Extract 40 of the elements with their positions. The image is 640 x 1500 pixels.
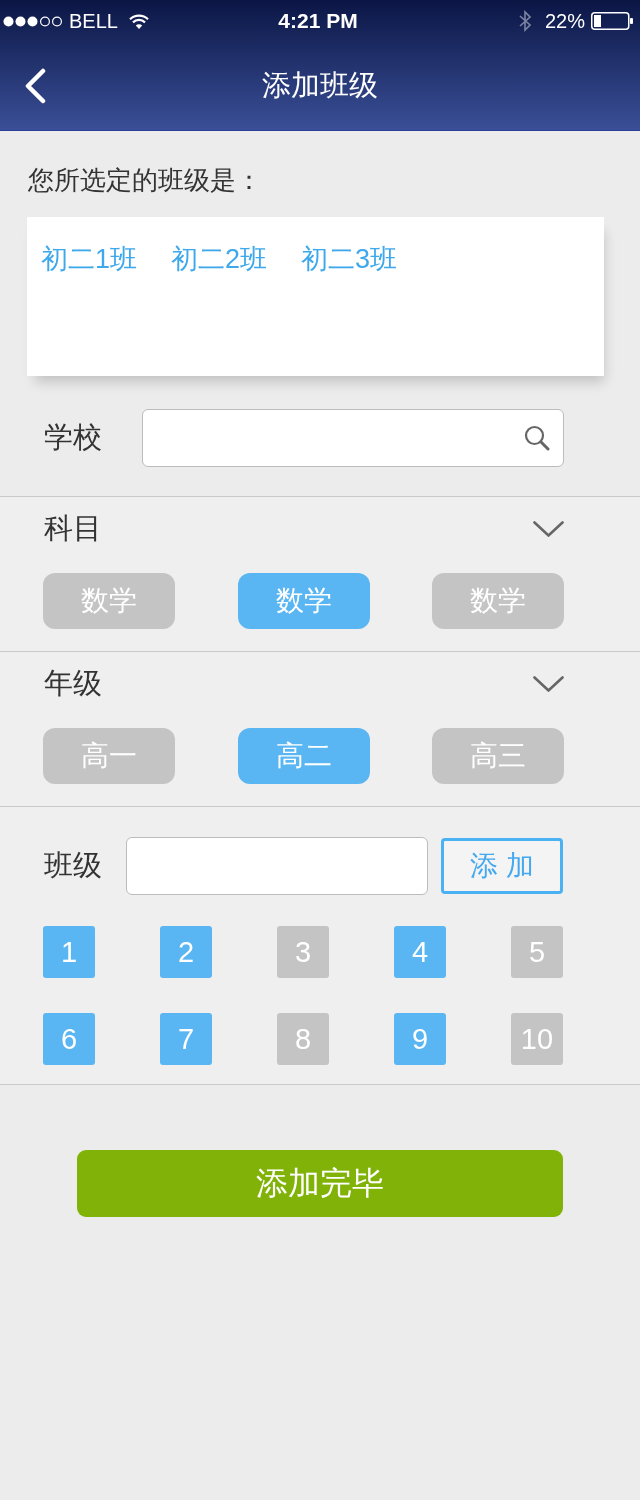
class-number-button[interactable]: 4	[394, 926, 446, 978]
subject-option[interactable]: 数学	[432, 573, 564, 629]
done-button[interactable]: 添加完毕	[77, 1150, 563, 1217]
selected-classes-label: 您所选定的班级是：	[28, 164, 263, 196]
search-icon[interactable]	[524, 425, 550, 451]
school-search-field[interactable]	[142, 409, 564, 467]
battery-percent: 22%	[544, 9, 585, 33]
bluetooth-icon	[518, 10, 531, 32]
page-title: 添加班级	[262, 68, 378, 103]
subject-option[interactable]: 数学	[237, 573, 370, 629]
section-label: 年级	[44, 666, 102, 701]
signal-strength-icon	[3, 15, 63, 27]
grade-option[interactable]: 高一	[43, 728, 175, 784]
add-button[interactable]: 添 加	[441, 838, 563, 894]
battery-icon	[591, 12, 633, 30]
school-label: 学校	[44, 420, 103, 455]
class-number-button[interactable]: 5	[511, 926, 563, 978]
chevron-down-icon[interactable]	[533, 676, 564, 692]
class-label: 班级	[44, 848, 103, 883]
carrier-name: BELL	[69, 9, 118, 33]
class-number-button[interactable]: 8	[277, 1013, 329, 1065]
class-number-button[interactable]: 3	[277, 926, 329, 978]
wifi-icon	[128, 13, 149, 29]
class-tag[interactable]: 初二2班	[171, 241, 268, 277]
subject-option[interactable]: 数学	[43, 573, 175, 629]
class-number-button[interactable]: 10	[511, 1013, 563, 1065]
class-number-button[interactable]: 7	[160, 1013, 212, 1065]
class-number-button[interactable]: 9	[394, 1013, 446, 1065]
grade-option[interactable]: 高二	[237, 728, 370, 784]
class-number-button[interactable]: 6	[43, 1013, 95, 1065]
class-tag[interactable]: 初二1班	[41, 241, 138, 277]
status-time: 4:21 PM	[278, 9, 358, 33]
class-name-field[interactable]	[126, 837, 428, 895]
class-number-button[interactable]: 1	[43, 926, 95, 978]
class-number-button[interactable]: 2	[160, 926, 212, 978]
section-label: 科目	[44, 511, 102, 546]
class-tag[interactable]: 初二3班	[301, 241, 398, 277]
grade-option[interactable]: 高三	[432, 728, 564, 784]
back-icon[interactable]	[24, 68, 46, 104]
chevron-down-icon[interactable]	[533, 521, 564, 537]
